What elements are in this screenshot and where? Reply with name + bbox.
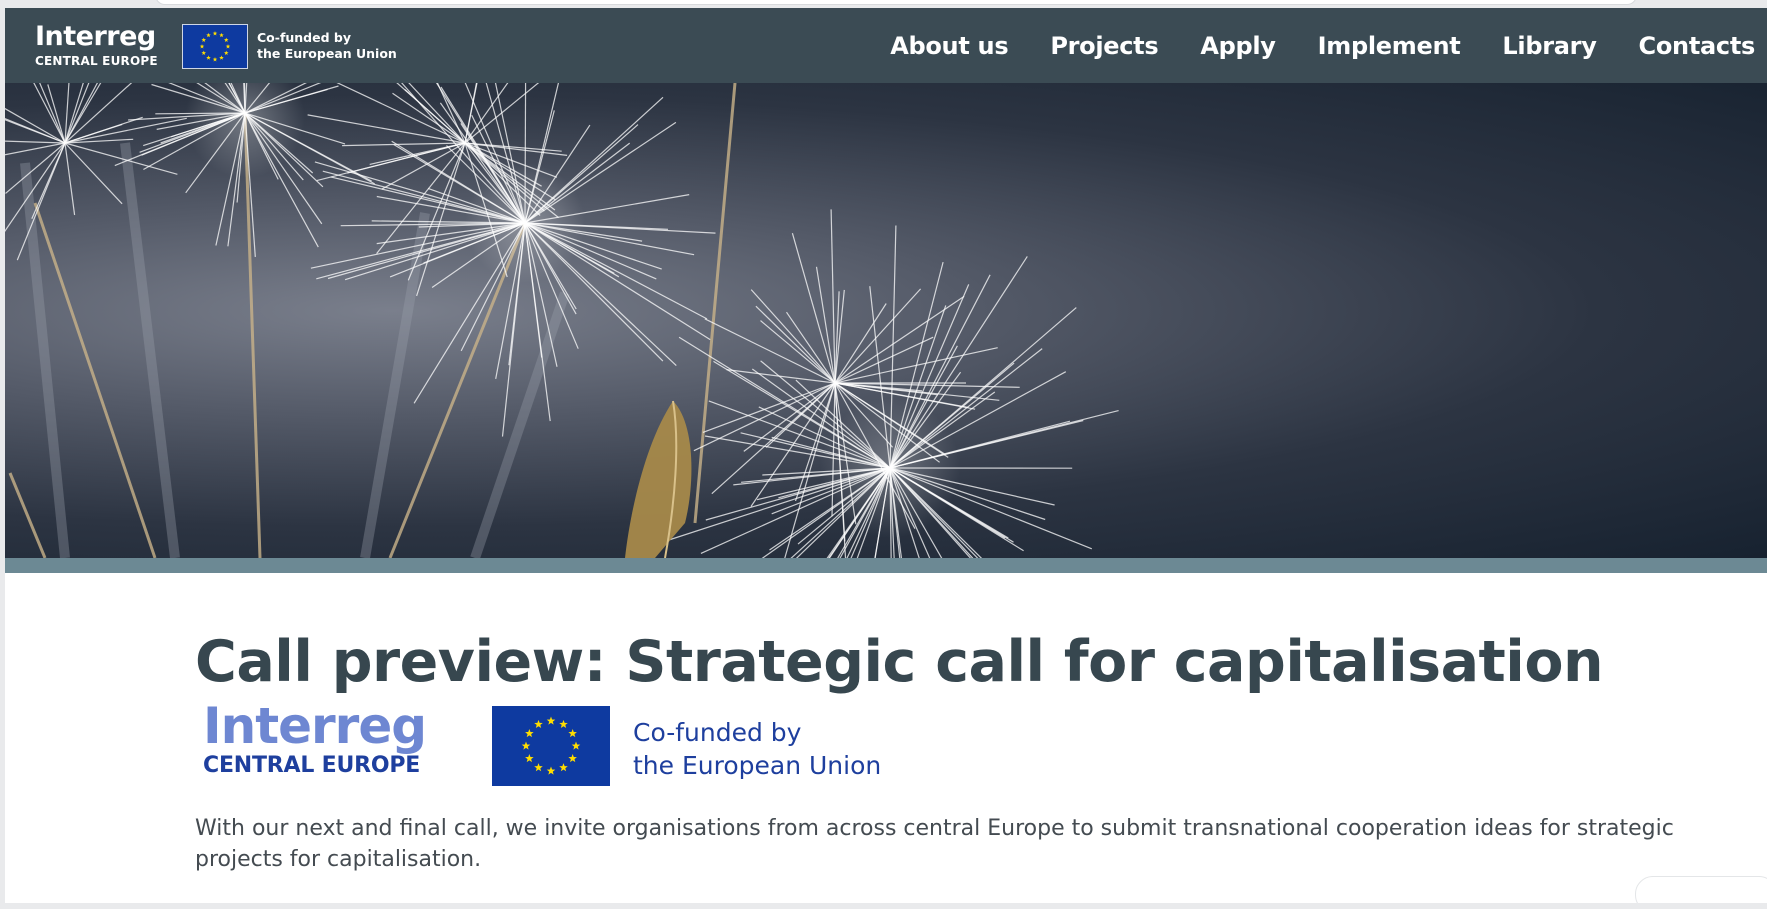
browser-top-strip [0, 0, 1767, 8]
eu-star-icon [219, 55, 224, 60]
cofunded-line1: Co-funded by [257, 30, 352, 45]
eu-star-icon [525, 729, 534, 738]
eu-star-icon [206, 55, 211, 60]
eu-star-icon [219, 32, 224, 38]
eu-star-icon [212, 57, 218, 62]
floating-widget-tab[interactable] [1635, 876, 1767, 903]
logo-title: Interreg [35, 21, 156, 52]
page-title: Call preview: Strategic call for capital… [195, 629, 1604, 695]
eu-star-icon [568, 729, 577, 738]
eu-flag-icon [182, 24, 248, 69]
logo-subtitle: CENTRAL EUROPE [35, 54, 158, 68]
cofunded-large: Co-funded by the European Union [633, 716, 881, 782]
eu-star-icon [212, 31, 218, 36]
nav-library[interactable]: Library [1502, 32, 1596, 60]
eu-star-icon [568, 754, 577, 763]
eu-flag-large-icon [492, 706, 610, 786]
eu-star-icon [534, 719, 543, 728]
eu-star-icon [571, 741, 581, 750]
cofunded-large-line1: Co-funded by [633, 718, 802, 747]
nav-projects[interactable]: Projects [1050, 32, 1158, 60]
main-content: Call preview: Strategic call for capital… [195, 628, 1735, 875]
intro-paragraph: With our next and final call, we invite … [195, 816, 1674, 872]
eu-star-icon [199, 44, 205, 49]
eu-star-icon [206, 32, 211, 38]
cofunded-label: Co-funded by the European Union [257, 30, 397, 62]
eu-star-icon [225, 44, 231, 49]
browser-bottom-strip [0, 903, 1767, 909]
eu-star-icon [521, 741, 531, 750]
eu-star-icon [546, 766, 556, 775]
dandelion-illustration [5, 83, 1119, 558]
cofunded-line2: the European Union [257, 46, 397, 61]
eu-star-icon [223, 50, 229, 55]
site-header: Interreg CENTRAL EUROPE Co-funded by the… [5, 8, 1767, 83]
nav-contacts[interactable]: Contacts [1639, 32, 1756, 60]
eu-star-icon [559, 719, 568, 728]
address-bar-edge [155, 0, 1637, 5]
nav-implement[interactable]: Implement [1318, 32, 1461, 60]
page-frame: Interreg CENTRAL EUROPE Co-funded by the… [5, 8, 1767, 903]
interreg-logo-large: Interreg CENTRAL EUROPE [203, 697, 427, 778]
interreg-logo[interactable]: Interreg CENTRAL EUROPE [35, 21, 158, 69]
eu-star-icon [223, 37, 229, 42]
eu-star-icon [534, 763, 543, 772]
eu-star-icon [525, 754, 534, 763]
cofunded-large-line2: the European Union [633, 751, 882, 780]
eu-star-icon [201, 37, 207, 42]
eu-star-icon [201, 50, 207, 55]
hero-image [5, 83, 1767, 558]
main-nav: About us Projects Apply Implement Librar… [848, 8, 1755, 83]
logo-large-title: Interreg [203, 697, 427, 755]
nav-about-us[interactable]: About us [890, 32, 1008, 60]
logo-banner: Interreg CENTRAL EUROPE Co-funded by the… [195, 700, 1735, 795]
hero-divider [5, 558, 1767, 573]
eu-star-icon [559, 763, 568, 772]
nav-apply[interactable]: Apply [1200, 32, 1276, 60]
logo-large-subtitle: CENTRAL EUROPE [203, 753, 421, 778]
eu-star-icon [546, 716, 556, 725]
